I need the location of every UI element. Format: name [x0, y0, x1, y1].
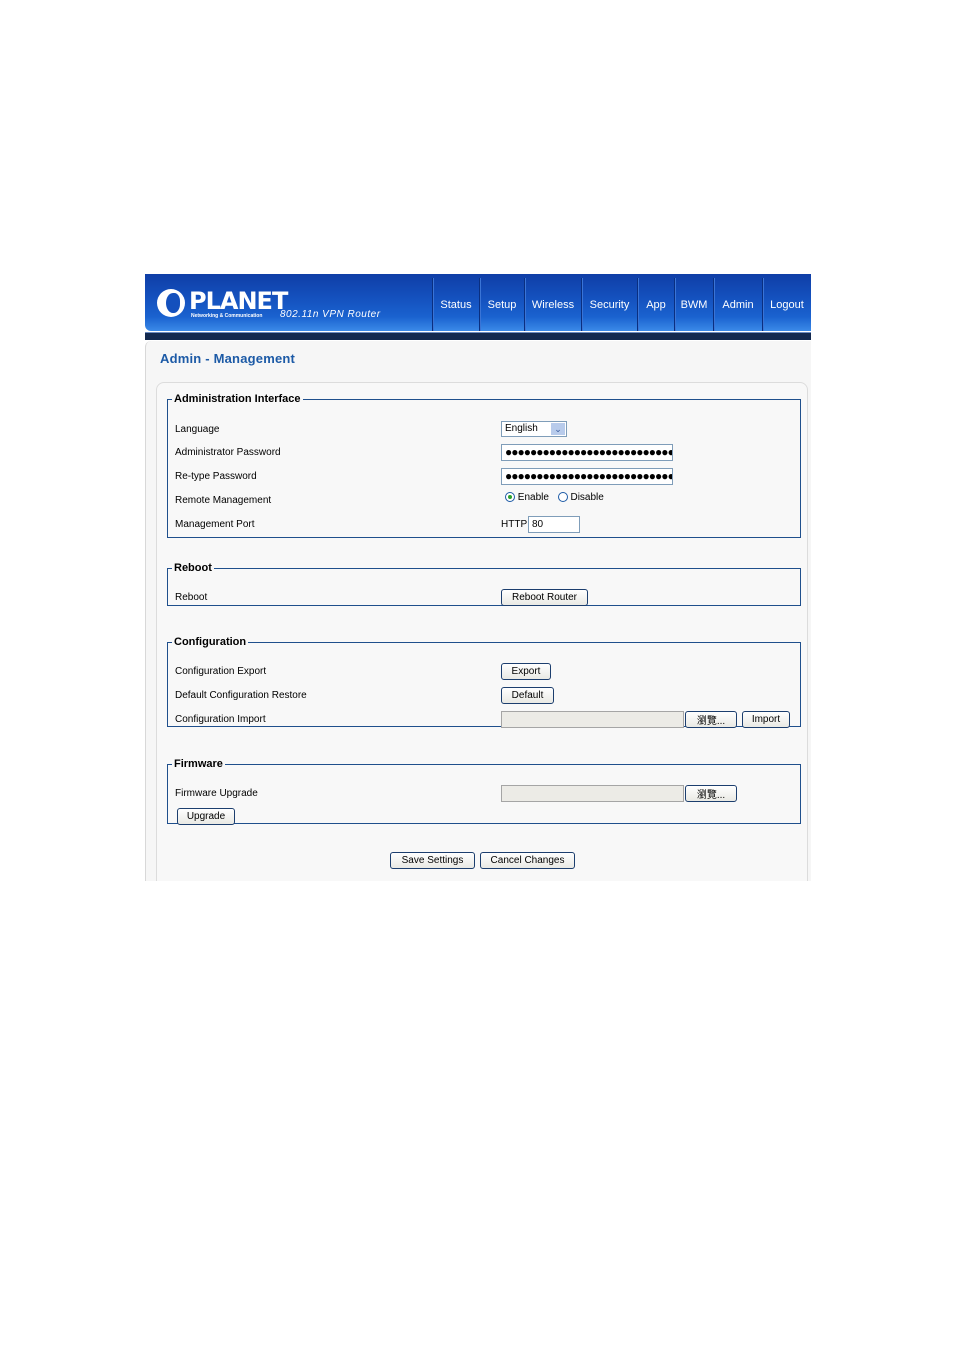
firmware-section: Firmware Firmware Upgrade 瀏覽... Upgrade	[167, 758, 801, 825]
configuration-legend: Configuration	[174, 636, 247, 648]
router-admin-app: PLANET Networking & Communication 802.11…	[145, 274, 811, 881]
router-model: 802.11n VPN Router	[280, 309, 381, 320]
firmware-browse-button[interactable]: 瀏覽...	[685, 785, 737, 802]
configuration-file-input[interactable]	[501, 711, 684, 728]
remote-management-label: Remote Management	[175, 495, 272, 506]
admin-interface-section: Administration Interface Language Englis…	[167, 393, 801, 538]
admin-password-input[interactable]: ●●●●●●●●●●●●●●●●●●●●●●●●●●●●●●	[501, 444, 673, 461]
nav-security[interactable]: Security	[581, 278, 637, 331]
save-settings-button[interactable]: Save Settings	[390, 852, 475, 869]
remote-management-radios: Enable Disable	[505, 492, 604, 503]
default-restore-label: Default Configuration Restore	[175, 690, 307, 701]
http-prefix: HTTP	[501, 519, 528, 530]
remote-enable-radio[interactable]	[505, 492, 515, 503]
reboot-section: Reboot Reboot Reboot Router	[167, 562, 801, 606]
content-panel: Admin - Management Administration Interf…	[145, 341, 811, 881]
firmware-upgrade-label: Firmware Upgrade	[175, 788, 258, 799]
language-select[interactable]: English ⌄	[501, 421, 567, 437]
retype-password-label: Re-type Password	[175, 471, 257, 482]
firmware-file-input[interactable]	[501, 785, 684, 802]
header-divider	[145, 332, 811, 340]
language-value: English	[505, 423, 538, 434]
planet-logo: PLANET Networking & Communication 802.11…	[157, 287, 407, 323]
reboot-label: Reboot	[175, 592, 208, 603]
firmware-legend: Firmware	[174, 758, 223, 770]
brand-name: PLANET	[189, 287, 288, 315]
reboot-legend: Reboot	[174, 562, 212, 574]
retype-password-input[interactable]: ●●●●●●●●●●●●●●●●●●●●●●●●●●●●●●	[501, 468, 673, 485]
main-nav: Status Setup Wireless Security App BWM A…	[432, 278, 811, 331]
configuration-export-label: Configuration Export	[175, 666, 267, 677]
settings-container: Administration Interface Language Englis…	[156, 382, 808, 881]
configuration-import-label: Configuration Import	[175, 714, 266, 725]
export-button[interactable]: Export	[501, 663, 551, 680]
remote-disable-radio[interactable]	[557, 492, 568, 503]
nav-wireless[interactable]: Wireless	[524, 278, 581, 331]
language-label: Language	[175, 424, 220, 435]
cancel-changes-button[interactable]: Cancel Changes	[480, 852, 575, 869]
nav-app[interactable]: App	[637, 278, 674, 331]
import-button[interactable]: Import	[742, 711, 790, 728]
admin-interface-legend: Administration Interface	[174, 393, 301, 405]
header-banner: PLANET Networking & Communication 802.11…	[145, 274, 811, 331]
brand-tagline: Networking & Communication	[191, 313, 263, 319]
management-port-input[interactable]: 80	[528, 516, 580, 533]
upgrade-button[interactable]: Upgrade	[177, 808, 235, 825]
reboot-router-button[interactable]: Reboot Router	[501, 589, 588, 606]
admin-password-label: Administrator Password	[175, 447, 281, 458]
planet-logo-icon	[157, 289, 185, 317]
nav-admin[interactable]: Admin	[713, 278, 762, 331]
nav-status[interactable]: Status	[432, 278, 479, 331]
management-port-label: Management Port	[175, 519, 255, 530]
configuration-browse-button[interactable]: 瀏覽...	[685, 711, 737, 728]
nav-logout[interactable]: Logout	[762, 278, 811, 331]
default-button[interactable]: Default	[501, 687, 554, 704]
remote-enable-label: Enable	[517, 492, 549, 503]
configuration-section: Configuration Configuration Export Expor…	[167, 636, 801, 728]
nav-bwm[interactable]: BWM	[674, 278, 713, 331]
remote-disable-label: Disable	[570, 492, 604, 503]
nav-setup[interactable]: Setup	[479, 278, 524, 331]
page-title: Admin - Management	[160, 351, 296, 366]
chevron-down-icon[interactable]: ⌄	[551, 423, 565, 435]
